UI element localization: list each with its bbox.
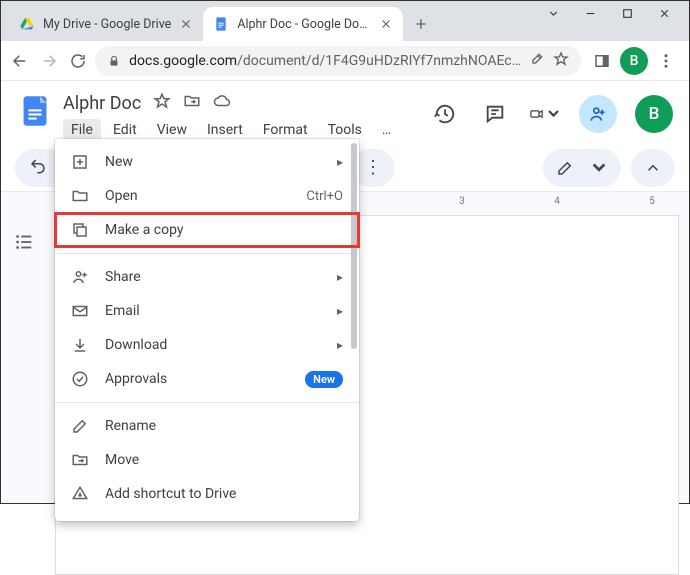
check-circle-icon xyxy=(71,370,89,388)
folder-icon xyxy=(71,187,89,205)
share-url-icon[interactable] xyxy=(529,51,545,71)
minimize-icon[interactable] xyxy=(584,7,597,15)
menu-format[interactable]: Format xyxy=(255,119,316,141)
ruler-number: 3 xyxy=(459,196,465,207)
editing-mode-button[interactable] xyxy=(543,149,621,187)
lock-icon xyxy=(107,54,121,68)
menu-file[interactable]: File xyxy=(63,119,101,141)
star-doc-icon[interactable] xyxy=(153,92,171,114)
menu-approvals[interactable]: Approvals New xyxy=(55,362,359,396)
download-icon xyxy=(71,336,89,354)
docs-header: Alphr Doc File Edit View Insert Format T… xyxy=(1,81,689,145)
menu-separator xyxy=(55,402,359,403)
ruler-number: 5 xyxy=(649,196,655,207)
submenu-arrow-icon: ▸ xyxy=(337,304,343,318)
move-icon xyxy=(71,451,89,469)
menu-separator xyxy=(55,253,359,254)
chevron-down-icon[interactable] xyxy=(547,7,560,15)
doc-title[interactable]: Alphr Doc xyxy=(63,93,141,114)
side-panel-icon[interactable] xyxy=(587,46,617,76)
close-icon[interactable] xyxy=(658,7,671,15)
menu-add-shortcut[interactable]: Add shortcut to Drive xyxy=(55,477,359,511)
docs-favicon-icon xyxy=(213,16,229,32)
menu-more[interactable]: … xyxy=(374,119,399,141)
tab-title: My Drive - Google Drive xyxy=(43,17,171,32)
menu-share[interactable]: Share ▸ xyxy=(55,260,359,294)
account-avatar[interactable]: B xyxy=(635,95,673,133)
submenu-arrow-icon: ▸ xyxy=(337,155,343,169)
shortcut-hint: Ctrl+O xyxy=(306,189,343,204)
tab-close-icon[interactable] xyxy=(379,17,393,31)
menu-download[interactable]: Download ▸ xyxy=(55,328,359,362)
submenu-arrow-icon: ▸ xyxy=(337,270,343,284)
menubar: File Edit View Insert Format Tools … xyxy=(63,119,399,141)
forward-button[interactable] xyxy=(38,46,61,76)
share-button[interactable] xyxy=(579,95,617,133)
tab-docs[interactable]: Alphr Doc - Google Docs xyxy=(203,7,403,41)
cloud-status-icon[interactable] xyxy=(213,92,231,114)
vdots-icon: ⋮ xyxy=(364,159,382,177)
tab-close-icon[interactable] xyxy=(179,17,193,31)
omnibox[interactable]: docs.google.com/document/d/1F4G9uHDzRIYf… xyxy=(95,46,581,76)
back-button[interactable] xyxy=(9,46,32,76)
comments-icon[interactable] xyxy=(479,98,511,130)
url-text: docs.google.com/document/d/1F4G9uHDzRIYf… xyxy=(129,53,521,69)
submenu-arrow-icon: ▸ xyxy=(337,338,343,352)
copy-icon xyxy=(71,221,89,239)
plus-box-icon xyxy=(71,153,89,171)
new-tab-button[interactable] xyxy=(407,10,435,38)
chrome-menu-icon[interactable] xyxy=(651,46,681,76)
menu-view[interactable]: View xyxy=(149,119,195,141)
tab-title: Alphr Doc - Google Docs xyxy=(237,17,371,32)
drive-favicon-icon xyxy=(19,16,35,32)
move-doc-icon[interactable] xyxy=(183,92,201,114)
new-badge: New xyxy=(305,371,343,388)
menu-insert[interactable]: Insert xyxy=(199,119,251,141)
maximize-icon[interactable] xyxy=(621,7,634,15)
pencil-icon xyxy=(71,417,89,435)
outline-toggle-icon[interactable] xyxy=(13,231,37,255)
person-plus-icon xyxy=(71,268,89,286)
file-menu: New ▸ Open Ctrl+O Make a copy Share ▸ Em… xyxy=(55,139,359,521)
profile-button[interactable]: B xyxy=(619,46,649,76)
meet-icon[interactable] xyxy=(529,98,561,130)
mail-icon xyxy=(71,302,89,320)
star-icon[interactable] xyxy=(553,51,569,71)
menu-tools[interactable]: Tools xyxy=(320,119,370,141)
undo-icon[interactable] xyxy=(29,157,47,179)
reload-button[interactable] xyxy=(66,46,89,76)
history-icon[interactable] xyxy=(429,98,461,130)
menu-move[interactable]: Move xyxy=(55,443,359,477)
menu-edit[interactable]: Edit xyxy=(105,119,145,141)
menu-open[interactable]: Open Ctrl+O xyxy=(55,179,359,213)
collapse-toolbar-icon[interactable] xyxy=(631,149,675,187)
drive-shortcut-icon xyxy=(71,485,89,503)
menu-make-a-copy[interactable]: Make a copy xyxy=(55,213,359,247)
address-bar: docs.google.com/document/d/1F4G9uHDzRIYf… xyxy=(1,41,689,81)
tab-drive[interactable]: My Drive - Google Drive xyxy=(9,7,203,41)
ruler-number: 4 xyxy=(554,196,560,207)
menu-new[interactable]: New ▸ xyxy=(55,145,359,179)
menu-email[interactable]: Email ▸ xyxy=(55,294,359,328)
docs-logo-icon[interactable] xyxy=(17,93,53,129)
menu-rename[interactable]: Rename xyxy=(55,409,359,443)
